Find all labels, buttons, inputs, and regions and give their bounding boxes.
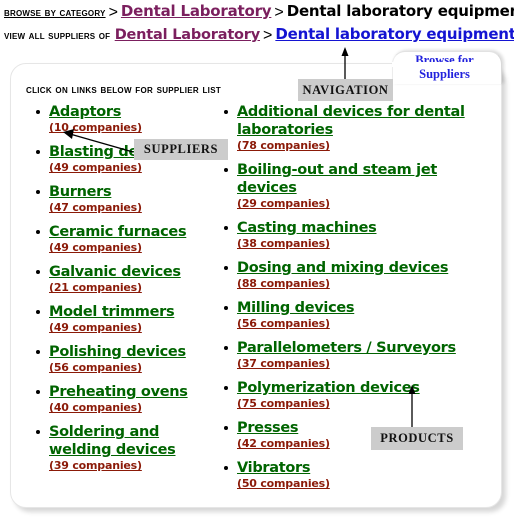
supplier-separator-icon: > — [263, 27, 273, 44]
list-item: Soldering and welding devices (39 compani… — [32, 423, 222, 473]
category-link[interactable]: Model trimmers — [49, 304, 175, 320]
category-link[interactable]: Polymerization devices — [237, 380, 420, 396]
breadcrumb-separator-icon-2: > — [274, 4, 284, 21]
bullet-icon — [224, 426, 228, 430]
category-link[interactable]: Polishing devices — [49, 344, 186, 360]
category-link[interactable]: Boiling-out and steam jet devices — [237, 162, 437, 196]
bullet-icon — [36, 350, 40, 354]
bullet-icon — [224, 306, 228, 310]
tab-label: Browse for Suppliers — [393, 53, 496, 81]
category-link[interactable]: Milling devices — [237, 300, 355, 316]
list-item: Boiling-out and steam jet devices (29 com… — [220, 161, 492, 211]
company-count-link[interactable]: (88 companies) — [237, 277, 330, 291]
list-item: Parallelometers / Surveyors (37 companies… — [220, 339, 492, 371]
company-count-link[interactable]: (37 companies) — [237, 357, 330, 371]
supplier-link-dental-laboratory[interactable]: Dental Laboratory — [115, 27, 261, 43]
list-item: Ceramic furnaces (49 companies) — [32, 223, 222, 255]
company-count-link[interactable]: (38 companies) — [237, 237, 330, 251]
annotation-navigation: NAVIGATION — [298, 79, 393, 101]
category-link[interactable]: Vibrators — [237, 460, 311, 476]
company-count-link[interactable]: (49 companies) — [49, 161, 142, 175]
bullet-icon — [36, 430, 40, 434]
bullet-icon — [224, 266, 228, 270]
list-item: Model trimmers (49 companies) — [32, 303, 222, 335]
bullet-icon — [224, 386, 228, 390]
list-item: Milling devices (56 companies) — [220, 299, 492, 331]
list-item: Polymerization devices (75 companies) — [220, 379, 492, 411]
company-count-link[interactable]: (42 companies) — [237, 437, 330, 451]
list-item: Casting machines (38 companies) — [220, 219, 492, 251]
bullet-icon — [224, 226, 228, 230]
company-count-link[interactable]: (47 companies) — [49, 201, 142, 215]
breadcrumb-browse-by-category-label[interactable]: Browse by category — [4, 7, 106, 19]
category-link[interactable]: Soldering and welding devices — [49, 424, 176, 458]
list-item: Vibrators (50 companies) — [220, 459, 492, 491]
bullet-icon — [36, 310, 40, 314]
category-link[interactable]: Casting machines — [237, 220, 377, 236]
bullet-icon — [36, 270, 40, 274]
category-link[interactable]: Preheating ovens — [49, 384, 188, 400]
supplier-link-dental-laboratory-equipment[interactable]: Dental laboratory equipment — [275, 25, 514, 43]
company-count-link[interactable]: (21 companies) — [49, 281, 142, 295]
annotation-suppliers: SUPPLIERS — [134, 139, 228, 160]
category-link[interactable]: Ceramic furnaces — [49, 224, 187, 240]
bullet-icon — [36, 190, 40, 194]
page-title: Click on links below for supplier list — [26, 84, 222, 96]
annotation-products: PRODUCTS — [371, 427, 463, 450]
category-link[interactable]: Burners — [49, 184, 112, 200]
company-count-link[interactable]: (49 companies) — [49, 241, 142, 255]
list-item: Polishing devices (56 companies) — [32, 343, 222, 375]
view-all-suppliers-label: View all suppliers of — [4, 30, 111, 42]
breadcrumb-current-page: Dental laboratory equipment — [286, 2, 514, 20]
bullet-icon — [36, 150, 40, 154]
list-item: Dosing and mixing devices (88 companies) — [220, 259, 492, 291]
bullet-icon — [36, 110, 40, 114]
list-item: Galvanic devices (21 companies) — [32, 263, 222, 295]
company-count-link[interactable]: (39 companies) — [49, 459, 142, 473]
company-count-link[interactable]: (29 companies) — [237, 197, 330, 211]
breadcrumb-row-suppliers: View all suppliers of Dental Laboratory >… — [4, 27, 514, 44]
list-item: Preheating ovens (40 companies) — [32, 383, 222, 415]
company-count-link[interactable]: (49 companies) — [49, 321, 142, 335]
category-link[interactable]: Parallelometers / Surveyors — [237, 340, 456, 356]
tab-browse-for-suppliers[interactable]: Browse for Suppliers — [392, 51, 502, 84]
company-count-link[interactable]: (50 companies) — [237, 477, 330, 491]
bullet-icon — [224, 466, 228, 470]
tab-label-line2: Suppliers — [419, 66, 470, 81]
breadcrumb-separator-icon: > — [108, 4, 118, 21]
category-link[interactable]: Dosing and mixing devices — [237, 260, 449, 276]
company-count-link[interactable]: (56 companies) — [237, 317, 330, 331]
company-count-link[interactable]: (56 companies) — [49, 361, 142, 375]
tab-panel-joint — [392, 62, 499, 67]
company-count-link[interactable]: (78 companies) — [237, 139, 330, 153]
category-link[interactable]: Galvanic devices — [49, 264, 181, 280]
bullet-icon — [224, 168, 228, 172]
bullet-icon — [36, 230, 40, 234]
category-link[interactable]: Additional devices for dental laboratori… — [237, 104, 465, 138]
company-count-link[interactable]: (10 companies) — [49, 121, 142, 135]
breadcrumb-row-category: Browse by category > Dental Laboratory > Den… — [4, 4, 514, 21]
company-count-link[interactable]: (75 companies) — [237, 397, 330, 411]
breadcrumb-link-dental-laboratory[interactable]: Dental Laboratory — [121, 2, 272, 20]
bullet-icon — [224, 346, 228, 350]
category-link[interactable]: Adaptors — [49, 104, 121, 120]
list-item: Burners (47 companies) — [32, 183, 222, 215]
list-item: Additional devices for dental laboratori… — [220, 103, 492, 153]
company-count-link[interactable]: (40 companies) — [49, 401, 142, 415]
bullet-icon — [224, 110, 228, 114]
bullet-icon — [36, 390, 40, 394]
category-link[interactable]: Presses — [237, 420, 299, 436]
list-item: Adaptors (10 companies) — [32, 103, 222, 135]
